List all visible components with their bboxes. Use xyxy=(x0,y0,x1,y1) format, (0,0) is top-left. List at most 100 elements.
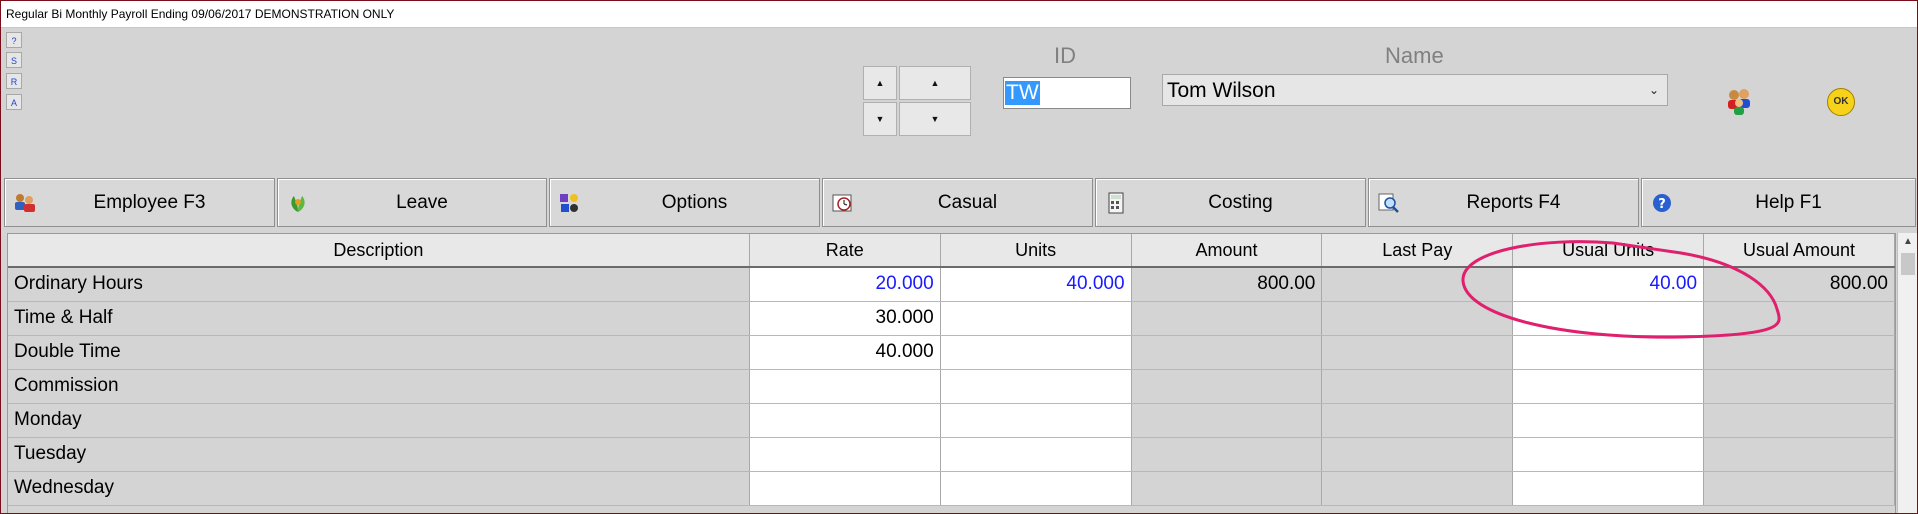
rate-cell[interactable] xyxy=(749,437,941,472)
usual-units-cell[interactable] xyxy=(1512,369,1705,404)
a-small-button[interactable]: A xyxy=(6,94,22,110)
last-pay-cell xyxy=(1321,471,1514,506)
scroll-thumb[interactable] xyxy=(1901,253,1915,275)
row-description: Commission xyxy=(8,369,750,404)
col-header-usual-units[interactable]: Usual Units xyxy=(1512,234,1705,268)
col-header-last-pay[interactable]: Last Pay xyxy=(1321,234,1514,268)
table-row: Tuesday xyxy=(8,437,1895,472)
amount-cell xyxy=(1131,437,1323,472)
col-header-rate[interactable]: Rate xyxy=(749,234,941,268)
table-row: Ordinary Hours 20.000 40.000 800.00 40.0… xyxy=(8,267,1895,302)
help-label: Help F1 xyxy=(1755,192,1822,213)
name-dropdown[interactable]: Tom Wilson ⌄ xyxy=(1162,74,1668,106)
reports-button[interactable]: Reports F4 xyxy=(1368,178,1639,227)
usual-amount-cell xyxy=(1703,403,1895,438)
id-label: ID xyxy=(1054,43,1076,68)
units-cell[interactable] xyxy=(940,301,1132,336)
units-cell[interactable]: 40.000 xyxy=(940,267,1132,302)
costing-button[interactable]: Costing xyxy=(1095,178,1366,227)
nav-next-button[interactable]: ▼ xyxy=(899,102,971,136)
usual-units-cell[interactable] xyxy=(1512,335,1705,370)
nav-prev-button[interactable]: ▲ xyxy=(899,66,971,100)
nav-first-up-button[interactable]: ▲ xyxy=(863,66,897,100)
rate-cell[interactable]: 40.000 xyxy=(749,335,941,370)
rate-cell[interactable] xyxy=(749,471,941,506)
table-row: Double Time 40.000 xyxy=(8,335,1895,370)
pay-items-grid: Description Rate Units Amount Last Pay U… xyxy=(7,233,1896,513)
usual-amount-cell xyxy=(1703,335,1895,370)
last-pay-cell xyxy=(1321,301,1514,336)
amount-cell: 800.00 xyxy=(1131,267,1323,302)
units-cell[interactable] xyxy=(940,437,1132,472)
usual-units-cell[interactable] xyxy=(1512,471,1705,506)
usual-units-cell[interactable]: 40.00 xyxy=(1512,267,1705,302)
col-header-amount[interactable]: Amount xyxy=(1131,234,1323,268)
table-row: Monday xyxy=(8,403,1895,438)
col-header-description[interactable]: Description xyxy=(8,234,750,268)
amount-cell xyxy=(1131,301,1323,336)
options-button[interactable]: Options xyxy=(549,178,820,227)
users-icon[interactable] xyxy=(1724,86,1754,116)
amount-cell xyxy=(1131,403,1323,438)
ok-button[interactable]: OK xyxy=(1827,88,1855,116)
units-cell[interactable] xyxy=(940,335,1132,370)
usual-units-cell[interactable] xyxy=(1512,437,1705,472)
table-row: Commission xyxy=(8,369,1895,404)
amount-cell xyxy=(1131,335,1323,370)
last-pay-cell xyxy=(1321,403,1514,438)
usual-amount-cell xyxy=(1703,471,1895,506)
leave-label: Leave xyxy=(396,192,448,213)
row-description: Double Time xyxy=(8,335,750,370)
col-header-units[interactable]: Units xyxy=(940,234,1132,268)
chevron-down-icon: ⌄ xyxy=(1648,83,1659,97)
last-pay-cell xyxy=(1321,369,1514,404)
casual-label: Casual xyxy=(937,192,998,213)
row-description: Ordinary Hours xyxy=(8,267,750,302)
usual-amount-cell xyxy=(1703,369,1895,404)
usual-amount-cell xyxy=(1703,301,1895,336)
employee-button[interactable]: Employee F3 xyxy=(4,178,275,227)
employee-label: Employee F3 xyxy=(93,192,206,213)
rate-cell[interactable] xyxy=(749,369,941,404)
r-small-button[interactable]: R xyxy=(6,73,22,89)
units-cell[interactable] xyxy=(940,471,1132,506)
table-row: Time & Half 30.000 xyxy=(8,301,1895,336)
row-description: Tuesday xyxy=(8,437,750,472)
last-pay-cell xyxy=(1321,335,1514,370)
amount-cell xyxy=(1131,471,1323,506)
help-button[interactable]: ? Help F1 xyxy=(1641,178,1916,227)
rate-cell[interactable] xyxy=(749,403,941,438)
units-cell[interactable] xyxy=(940,403,1132,438)
nav-last-down-button[interactable]: ▼ xyxy=(863,102,897,136)
table-row: Wednesday xyxy=(8,471,1895,506)
rate-cell[interactable]: 30.000 xyxy=(749,301,941,336)
casual-button[interactable]: Casual xyxy=(822,178,1093,227)
id-value: TW xyxy=(1005,81,1040,105)
s-small-button[interactable]: S xyxy=(6,52,22,68)
scroll-up-arrow-icon[interactable]: ▲ xyxy=(1898,233,1917,251)
reports-label: Reports F4 xyxy=(1466,192,1561,213)
units-cell[interactable] xyxy=(940,369,1132,404)
last-pay-cell xyxy=(1321,267,1514,302)
options-label: Options xyxy=(661,192,728,213)
usual-units-cell[interactable] xyxy=(1512,403,1705,438)
row-description: Time & Half xyxy=(8,301,750,336)
name-label: Name xyxy=(1385,43,1444,68)
row-description: Wednesday xyxy=(8,471,750,506)
usual-units-cell[interactable] xyxy=(1512,301,1705,336)
name-value: Tom Wilson xyxy=(1167,79,1276,102)
id-input[interactable]: TW xyxy=(1003,77,1131,109)
vertical-scrollbar[interactable]: ▲ xyxy=(1897,233,1917,513)
payroll-window: Regular Bi Monthly Payroll Ending 09/06/… xyxy=(0,0,1918,514)
title-bar: Regular Bi Monthly Payroll Ending 09/06/… xyxy=(1,1,1917,28)
col-header-usual-amount[interactable]: Usual Amount xyxy=(1703,234,1895,268)
window-title: Regular Bi Monthly Payroll Ending 09/06/… xyxy=(6,7,395,21)
leave-button[interactable]: Leave xyxy=(277,178,547,227)
usual-amount-cell: 800.00 xyxy=(1703,267,1895,302)
pay-items-table: Description Rate Units Amount Last Pay U… xyxy=(8,234,1895,506)
costing-label: Costing xyxy=(1208,192,1273,213)
help-small-button[interactable]: ? xyxy=(6,32,22,48)
amount-cell xyxy=(1131,369,1323,404)
grid-header-row: Description Rate Units Amount Last Pay U… xyxy=(8,234,1895,268)
rate-cell[interactable]: 20.000 xyxy=(749,267,941,302)
